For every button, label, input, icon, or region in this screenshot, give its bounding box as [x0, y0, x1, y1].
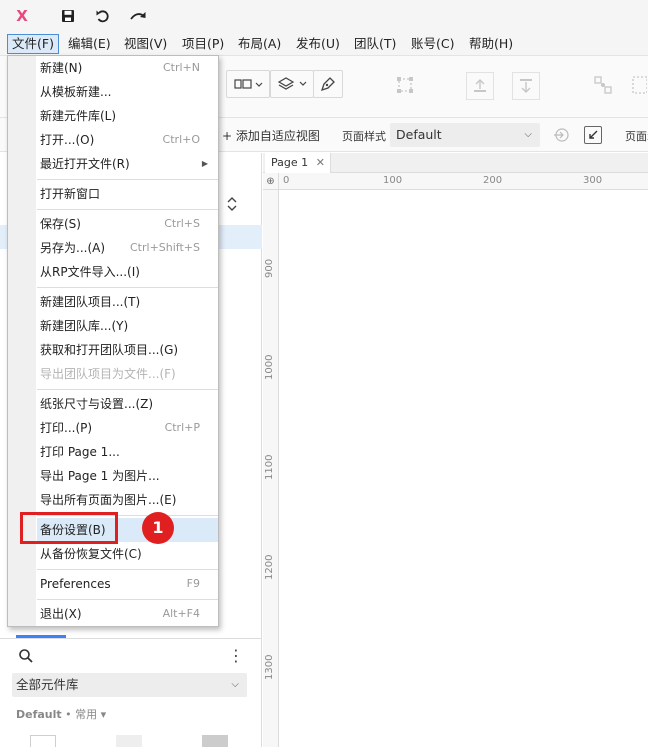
- menu-item-new-library[interactable]: 新建元件库(L): [37, 104, 218, 128]
- menu-separator: [37, 389, 218, 390]
- menu-item-export-team-project: 导出团队项目为文件...(F): [40, 367, 176, 381]
- ruler-horizontal: 0 100 200 300: [279, 173, 648, 190]
- design-canvas[interactable]: [280, 191, 648, 747]
- ruler-tick-label: 100: [383, 175, 403, 186]
- menu-separator: [37, 599, 218, 600]
- login-arrow-icon[interactable]: [552, 126, 570, 144]
- menu-item-save[interactable]: 保存(S) Ctrl+S: [37, 212, 218, 236]
- page-style-label: 页面样式: [342, 130, 386, 143]
- page-tab-bar: Page 1 ✕: [263, 153, 648, 173]
- tab-page-1-label: Page 1: [271, 156, 309, 169]
- send-back-icon[interactable]: [512, 72, 540, 100]
- menu-item-new-team-library[interactable]: 新建团队库...(Y): [37, 314, 218, 338]
- pen-tool-icon[interactable]: [313, 70, 343, 98]
- menu-item-new-window[interactable]: 打开新窗口: [37, 182, 218, 206]
- title-toolbar: X: [0, 0, 648, 32]
- menu-item-print-page[interactable]: 打印 Page 1...: [37, 440, 218, 464]
- chevron-down-icon: ⌵: [524, 129, 532, 140]
- layers-dropdown[interactable]: [270, 70, 314, 98]
- add-adaptive-view-button[interactable]: + 添加自适应视图: [222, 127, 320, 144]
- group-icon[interactable]: [392, 72, 418, 98]
- page-more-label: 页面x: [625, 130, 648, 143]
- menu-item-new-from-template[interactable]: 从模板新建...: [37, 80, 218, 104]
- menu-project[interactable]: 项目(P): [178, 34, 228, 54]
- chevron-down-icon: ⌵: [231, 679, 239, 690]
- menu-item-new[interactable]: 新建(N) Ctrl+N: [37, 56, 218, 80]
- more-options-icon[interactable]: ⋮: [228, 646, 244, 665]
- frame-style-dropdown[interactable]: [226, 70, 270, 98]
- menu-item-restore-backup[interactable]: 从备份恢复文件(C): [37, 542, 218, 566]
- ruler-tick-label: 300: [583, 175, 603, 186]
- menu-item-print[interactable]: 打印...(P) Ctrl+P: [37, 416, 218, 440]
- undo-icon[interactable]: [93, 6, 113, 26]
- bring-front-icon[interactable]: [466, 72, 494, 100]
- menu-publish[interactable]: 发布(U): [292, 34, 344, 54]
- menu-item-export-all-images[interactable]: 导出所有页面为图片...(E): [37, 488, 218, 512]
- ruler-tick-label: 200: [483, 175, 503, 186]
- tab-page-1[interactable]: Page 1 ✕: [265, 153, 331, 173]
- library-tag-default: Default: [16, 708, 62, 721]
- ruler-tick-label: 1100: [264, 454, 275, 480]
- menu-bar: 文件(F) 编辑(E) 视图(V) 项目(P) 布局(A) 发布(U) 团队(T…: [0, 32, 648, 56]
- redo-icon[interactable]: [128, 6, 148, 26]
- menu-item-import-rp[interactable]: 从RP文件导入...(I): [37, 260, 218, 284]
- menu-account[interactable]: 账号(C): [407, 34, 458, 54]
- menu-item-preferences[interactable]: Preferences F9: [37, 572, 218, 596]
- menu-item-open[interactable]: 打开...(O) Ctrl+O: [37, 128, 218, 152]
- ruler-tick-label: 900: [264, 258, 275, 278]
- align-icon[interactable]: [630, 72, 648, 98]
- widget-thumbnail[interactable]: [30, 735, 56, 747]
- menu-help[interactable]: 帮助(H): [465, 34, 517, 54]
- menu-separator: [37, 179, 218, 180]
- ruler-tick-label: 1000: [264, 354, 275, 380]
- app-logo-icon: X: [16, 7, 28, 25]
- menu-view[interactable]: 视图(V): [120, 34, 171, 54]
- page-style-select[interactable]: Default ⌵: [390, 123, 540, 147]
- library-tags[interactable]: Default • 常用 ▾: [16, 706, 106, 722]
- page-style-edit-icon[interactable]: [584, 126, 602, 144]
- expand-collapse-icon[interactable]: [226, 197, 238, 215]
- search-icon[interactable]: [18, 648, 34, 664]
- ruler-tick-label: 1300: [264, 654, 275, 680]
- menu-layout[interactable]: 布局(A): [234, 34, 285, 54]
- annotation-step-badge: 1: [142, 512, 174, 544]
- menu-team[interactable]: 团队(T): [350, 34, 400, 54]
- menu-separator: [37, 209, 218, 210]
- menu-item-export-page-image[interactable]: 导出 Page 1 为图片...: [37, 464, 218, 488]
- menu-edit[interactable]: 编辑(E): [64, 34, 115, 54]
- menu-item-save-as[interactable]: 另存为...(A) Ctrl+Shift+S: [37, 236, 218, 260]
- menu-item-page-setup[interactable]: 纸张尺寸与设置...(Z): [37, 392, 218, 416]
- ruler-vertical: 900 1000 1100 1200 1300: [263, 190, 279, 747]
- ruler-tick-label: 0: [283, 175, 290, 186]
- menu-item-recent-files[interactable]: 最近打开文件(R) ▶: [37, 152, 218, 176]
- library-tag-common: • 常用 ▾: [61, 708, 107, 721]
- panel-divider: [0, 638, 262, 639]
- library-select-value: 全部元件库: [16, 677, 79, 692]
- menu-file[interactable]: 文件(F): [7, 34, 59, 54]
- library-select[interactable]: 全部元件库 ⌵: [12, 673, 247, 697]
- menu-separator: [37, 287, 218, 288]
- widget-thumbnail[interactable]: [202, 735, 228, 747]
- menu-separator: [37, 569, 218, 570]
- menu-item-get-team-project[interactable]: 获取和打开团队项目...(G): [37, 338, 218, 362]
- ruler-tick-label: 1200: [264, 554, 275, 580]
- menu-item-exit[interactable]: 退出(X) Alt+F4: [37, 602, 218, 626]
- menu-item-new-team-project[interactable]: 新建团队项目...(T): [37, 290, 218, 314]
- save-icon[interactable]: [58, 6, 78, 26]
- ungroup-icon[interactable]: [590, 72, 616, 98]
- annotation-highlight-box: [20, 512, 118, 544]
- close-icon[interactable]: ✕: [316, 153, 325, 173]
- widget-thumbnail[interactable]: [116, 735, 142, 747]
- ruler-origin-icon[interactable]: ⊕: [263, 173, 279, 190]
- submenu-arrow-icon: ▶: [201, 159, 208, 168]
- page-style-value: Default: [396, 127, 442, 142]
